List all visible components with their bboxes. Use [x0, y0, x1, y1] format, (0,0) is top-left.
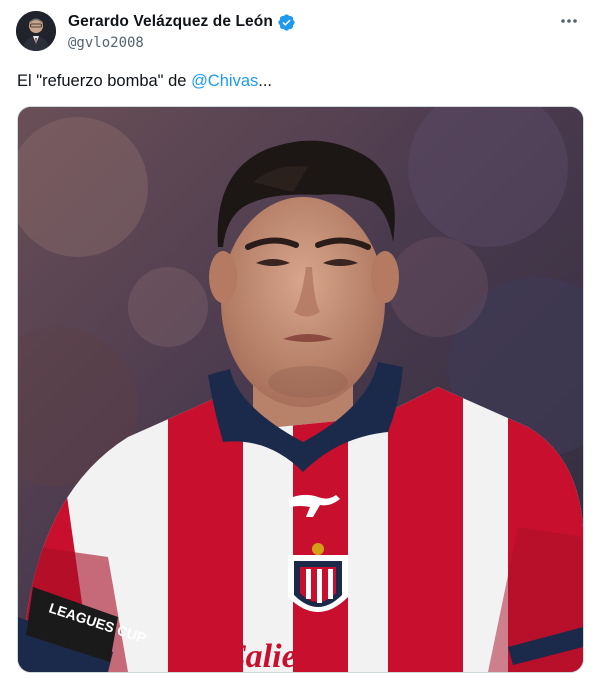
author-handle[interactable]: @gvlo2008 [68, 35, 296, 51]
sponsor-text: Caliente [223, 638, 340, 672]
tweet-text-before: El "refuerzo bomba" de [17, 72, 192, 90]
tweet-text-after: ... [258, 72, 273, 90]
verified-badge-icon [277, 13, 296, 32]
chivas-mention-link[interactable]: @Chivas [191, 72, 258, 90]
author-avatar[interactable] [16, 11, 56, 51]
author-display-name[interactable]: Gerardo Velázquez de León [68, 13, 273, 31]
tweet-photo[interactable]: LEAGUES CUP Caliente [17, 106, 584, 673]
more-options-icon[interactable] [554, 10, 584, 32]
tweet-text: El "refuerzo bomba" de @Chivas... [17, 72, 272, 91]
tweet-card: Gerardo Velázquez de León @gvlo2008 El "… [0, 0, 598, 679]
author-info: Gerardo Velázquez de León @gvlo2008 [68, 12, 296, 51]
